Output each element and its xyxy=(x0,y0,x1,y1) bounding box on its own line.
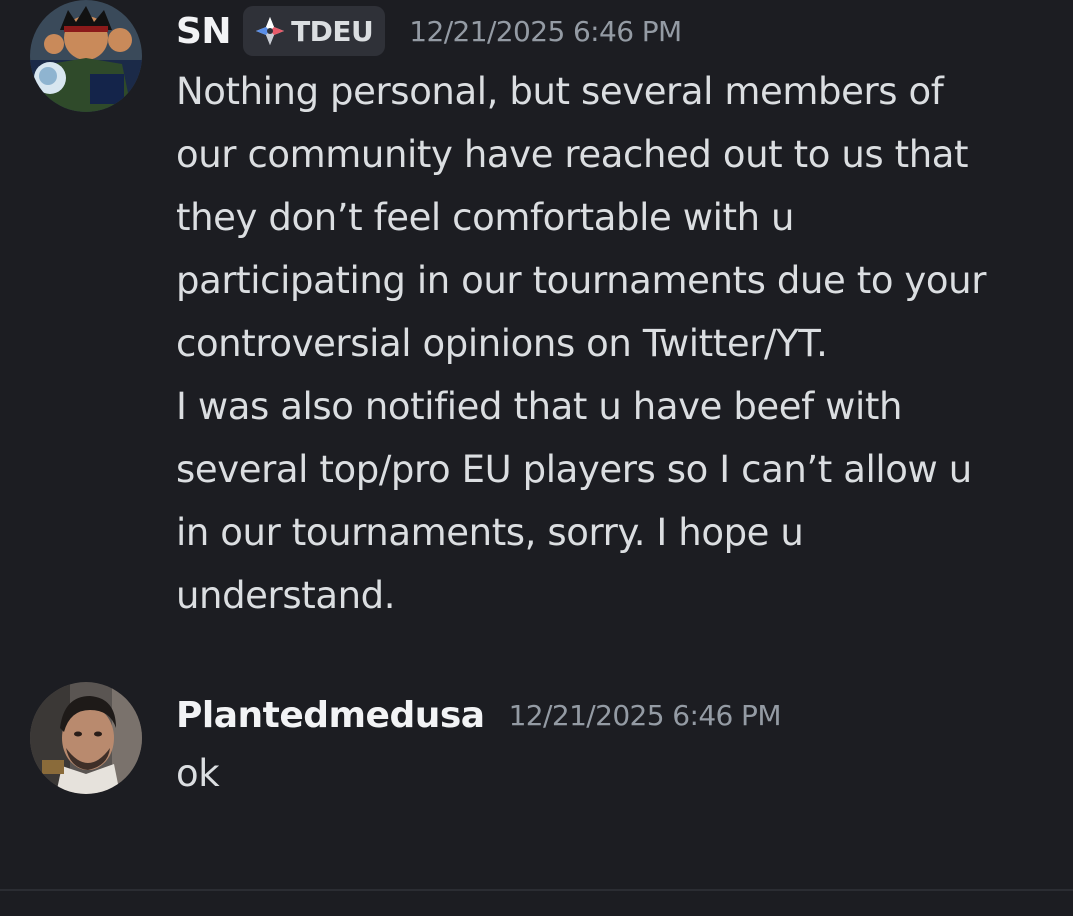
avatar-sn-image xyxy=(30,0,142,112)
avatar[interactable] xyxy=(30,0,142,112)
message-header: Plantedmedusa 12/21/2025 6:46 PM xyxy=(176,690,782,740)
message-content: ok xyxy=(176,742,1056,805)
message-line: in our tournaments, sorry. I hope u xyxy=(176,511,804,554)
message-line: I was also notified that u have beef wit… xyxy=(176,385,903,428)
bottom-divider xyxy=(0,889,1073,891)
message-line: Nothing personal, but several members of xyxy=(176,70,944,113)
timestamp: 12/21/2025 6:46 PM xyxy=(409,14,682,48)
message-line: ok xyxy=(176,752,220,795)
message-content: Nothing personal, but several members of… xyxy=(176,60,1056,627)
server-tag[interactable]: TDEU xyxy=(243,6,386,56)
message-line: several top/pro EU players so I can’t al… xyxy=(176,448,972,491)
username[interactable]: Plantedmedusa xyxy=(176,695,485,736)
avatar[interactable] xyxy=(30,682,142,794)
timestamp: 12/21/2025 6:46 PM xyxy=(508,698,782,732)
message-line: participating in our tournaments due to … xyxy=(176,259,987,302)
username[interactable]: SN xyxy=(176,11,232,52)
diamond-compass-icon xyxy=(256,17,285,45)
message-line: understand. xyxy=(176,574,396,617)
server-tag-label: TDEU xyxy=(291,14,374,48)
message-line: they don’t feel comfortable with u xyxy=(176,196,795,239)
message-line: our community have reached out to us tha… xyxy=(176,133,969,176)
avatar-plantedmedusa-image xyxy=(30,682,142,794)
message-header: SN TDEU 12/21/2025 6:46 PM xyxy=(176,6,682,56)
message-line: controversial opinions on Twitter/YT. xyxy=(176,322,828,365)
